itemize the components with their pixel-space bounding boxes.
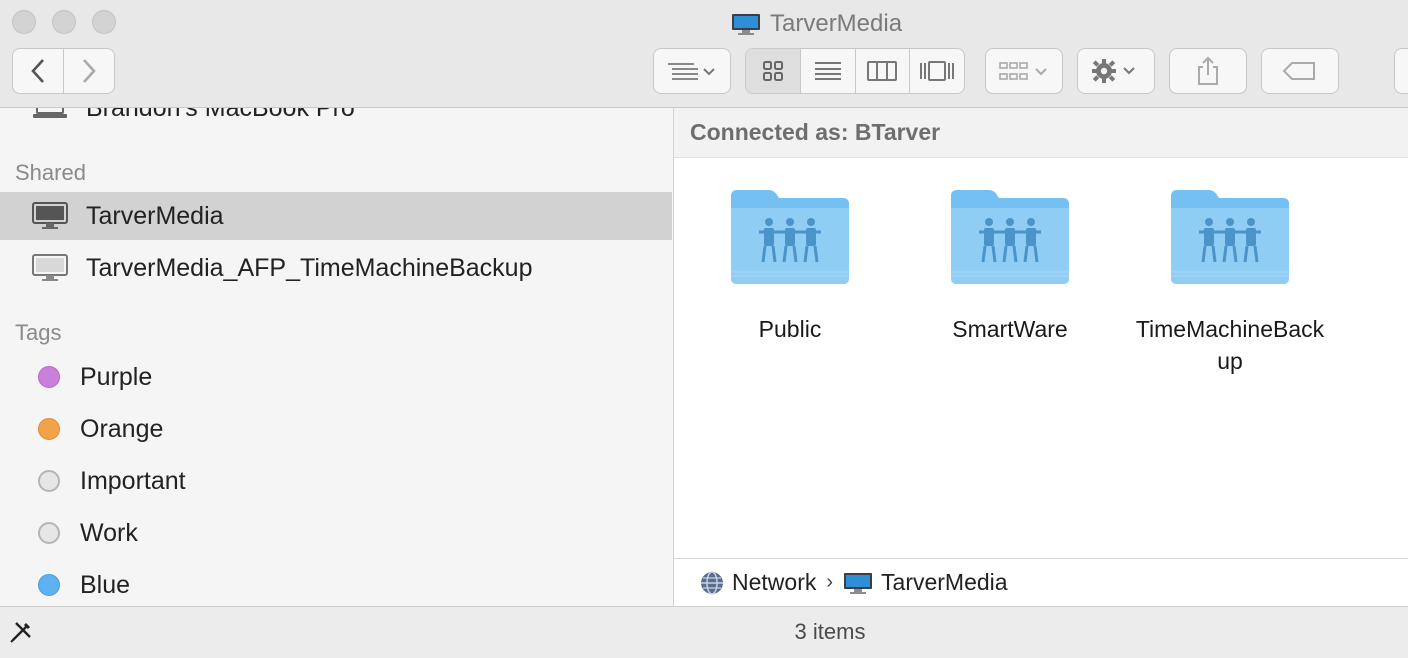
group-icon — [999, 62, 1047, 80]
folder-label: TimeMachineBackup — [1135, 316, 1325, 374]
folder-item[interactable]: Public — [680, 186, 900, 345]
tags-section-header: Tags — [15, 320, 62, 345]
view-mode-control[interactable] — [745, 48, 965, 94]
list-icon — [814, 62, 841, 80]
sidebar-item-label: TarverMedia_AFP_TimeMachineBackup — [86, 253, 533, 282]
folder-label: SmartWare — [952, 316, 1068, 342]
path-item-label: TarverMedia — [881, 569, 1008, 595]
icon-view-button[interactable] — [746, 49, 800, 93]
tag-icon — [1282, 62, 1315, 80]
sidebar-tag-important[interactable]: Important — [0, 457, 672, 505]
window-title-text: TarverMedia — [770, 10, 903, 37]
path-item-network[interactable]: Network — [700, 569, 816, 596]
globe-icon — [701, 570, 723, 595]
folder-item[interactable]: SmartWare — [900, 186, 1120, 345]
tag-button[interactable] — [1261, 48, 1339, 94]
forward-button[interactable] — [63, 48, 115, 94]
server-icon — [732, 14, 760, 35]
display-icon — [32, 201, 68, 231]
connected-as-header: Connected as: BTarver — [674, 108, 1408, 158]
sidebar-tag-blue[interactable]: Blue — [0, 561, 672, 606]
close-button[interactable] — [12, 10, 36, 34]
columns-icon — [867, 61, 898, 81]
chevron-right-icon — [83, 59, 96, 83]
arrange-button[interactable] — [653, 48, 731, 94]
chevron-left-icon — [31, 59, 44, 83]
minimize-button[interactable] — [52, 10, 76, 34]
shared-folder-icon — [951, 190, 1069, 284]
server-icon — [844, 572, 873, 594]
search-button[interactable] — [1394, 48, 1408, 94]
title-bar: TarverMedia — [0, 0, 1408, 108]
orange-tag-dot-icon — [38, 418, 60, 440]
display-icon — [32, 253, 68, 283]
path-bar: Network › TarverMedia — [674, 558, 1408, 606]
grid-icon — [762, 61, 783, 81]
window-title: TarverMedia — [730, 8, 902, 40]
sidebar-item-label: Orange — [80, 414, 164, 443]
sidebar-item-label: Purple — [80, 362, 153, 391]
column-view-button[interactable] — [854, 49, 910, 93]
back-button[interactable] — [12, 48, 64, 94]
list-arrange-icon — [668, 63, 715, 80]
gear-icon — [1092, 59, 1135, 83]
status-bar: 3 items — [0, 606, 1408, 658]
share-icon — [1198, 56, 1218, 85]
path-separator-icon: › — [826, 571, 834, 593]
path-item-label: Network — [732, 569, 817, 595]
gray-tag-dot-icon — [38, 470, 60, 492]
content-area: Connected as: BTarver Public SmartWare T… — [674, 108, 1408, 606]
sidebar-item-label: Blue — [80, 570, 131, 599]
sidebar-tag-work[interactable]: Work — [0, 509, 672, 557]
list-view-button[interactable] — [799, 49, 855, 93]
action-button[interactable] — [1077, 48, 1155, 94]
blue-tag-dot-icon — [38, 574, 60, 596]
folder-item[interactable]: TimeMachineBackup — [1120, 186, 1340, 377]
sidebar-item-tarvermedia-afp[interactable]: TarverMedia_AFP_TimeMachineBackup — [0, 244, 672, 292]
sidebar-item-device[interactable]: Brandon's MacBook Pro — [0, 108, 672, 132]
laptop-icon — [32, 108, 68, 123]
shared-folder-icon — [1171, 190, 1289, 284]
sidebar-tag-purple[interactable]: Purple — [0, 353, 672, 401]
sidebar-item-label: Important — [80, 466, 186, 495]
gray-tag-dot-icon — [38, 522, 60, 544]
sidebar-item-label: Work — [80, 518, 138, 547]
cover-flow-button[interactable] — [909, 49, 964, 93]
item-count: 3 items — [794, 619, 866, 644]
sidebar: Brandon's MacBook Pro Shared TarverMedia… — [0, 108, 674, 606]
sidebar-item-label: Brandon's MacBook Pro — [86, 108, 355, 123]
purple-tag-dot-icon — [38, 366, 60, 388]
folder-label: Public — [758, 316, 822, 342]
cover-flow-icon — [920, 61, 955, 81]
group-button[interactable] — [985, 48, 1063, 94]
shared-section-header: Shared — [15, 160, 86, 185]
sidebar-item-tarvermedia[interactable]: TarverMedia — [0, 192, 672, 240]
shared-folder-icon — [731, 190, 849, 284]
sidebar-item-label: TarverMedia — [86, 201, 224, 230]
sidebar-tag-orange[interactable]: Orange — [0, 405, 672, 453]
share-button[interactable] — [1169, 48, 1247, 94]
zoom-button[interactable] — [92, 10, 116, 34]
path-item-tarvermedia[interactable]: TarverMedia — [843, 569, 1008, 596]
